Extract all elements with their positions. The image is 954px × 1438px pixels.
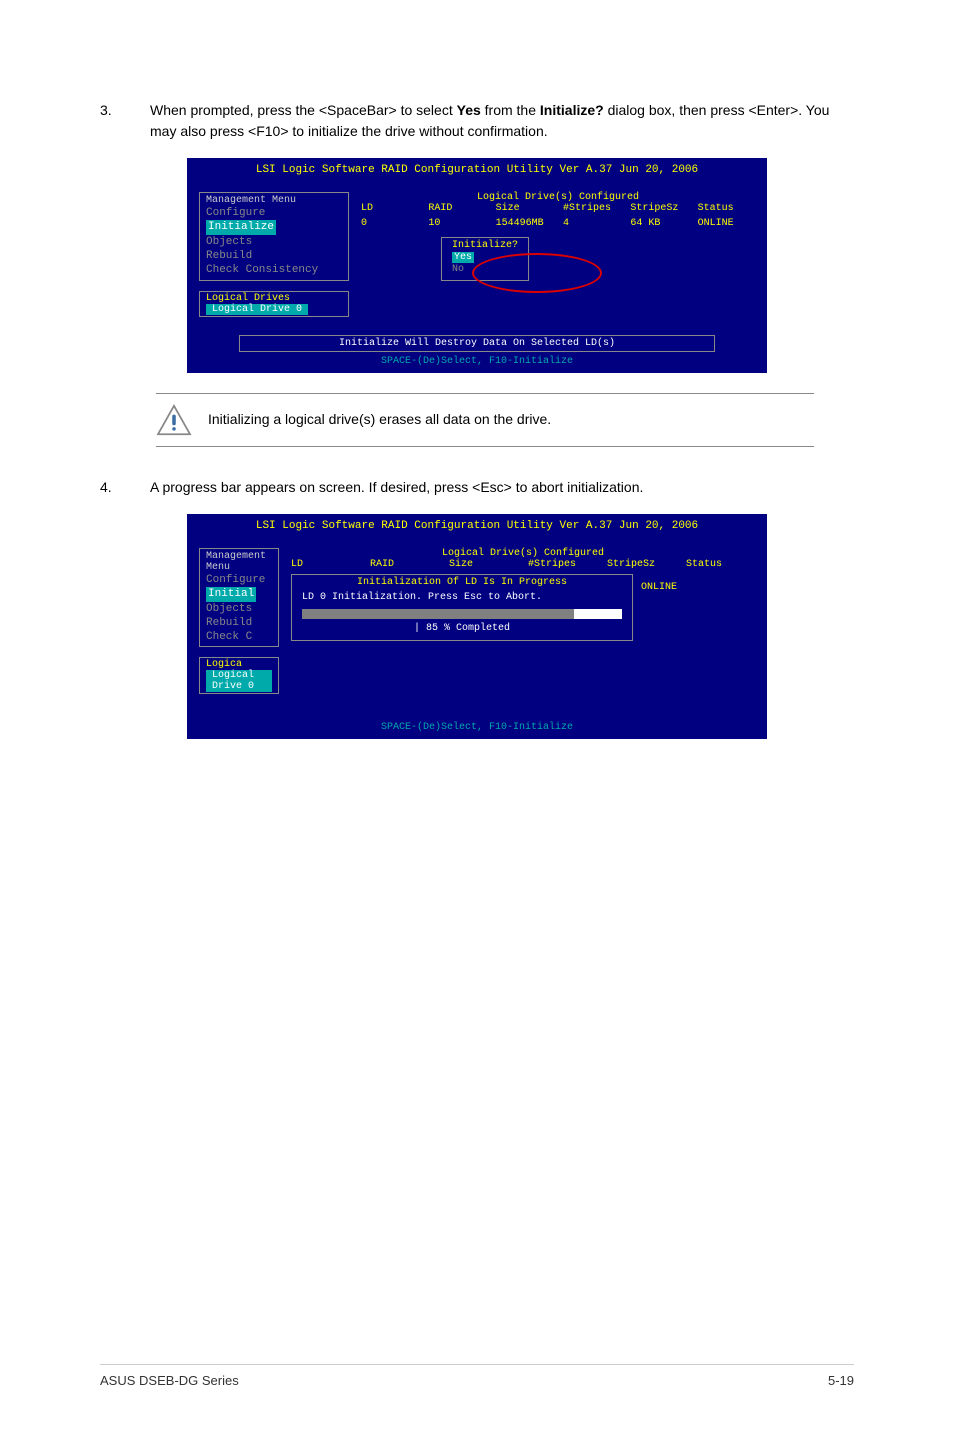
progress-bar [302,609,622,619]
progress-box: Initialization Of LD Is In Progress LD 0… [291,574,633,641]
dialog-option-no: No [452,264,518,276]
step-text: When prompted, press the <SpaceBar> to s… [150,100,854,142]
logical-drive-selected: Logical Drive 0 [206,670,272,692]
table-section-title: Logical Drive(s) Configured [291,548,755,559]
cell: 154496MB [496,218,553,229]
bios-title: LSI Logic Software RAID Configuration Ut… [191,518,763,534]
logical-label: Logica [206,659,242,670]
menu-item: Initial [206,587,256,601]
progress-area: Logical Drive(s) Configured LD RAID Size… [291,548,755,647]
col: #Stripes [563,203,620,214]
footer-left: ASUS DSEB-DG Series [100,1373,239,1388]
menu-title: Management Menu [206,551,272,573]
step-3: 3. When prompted, press the <SpaceBar> t… [100,100,854,142]
cell: ONLINE [698,218,755,229]
menu-item-configure: Configure [206,206,342,220]
menu-item: Objects [206,602,272,616]
menu-item-initialize: Initialize [206,220,276,234]
cell: 64 KB [630,218,687,229]
progress-pct: | 85 % Completed [302,623,622,634]
table-header: LD RAID Size #Stripes StripeSz Status [291,559,755,570]
footer-right: 5-19 [828,1373,854,1388]
b: Yes [457,102,481,118]
table-section-title: Logical Drive(s) Configured [361,192,755,203]
bios-footer: SPACE-(De)Select, F10-Initialize [199,356,755,369]
t: from the [481,102,540,118]
progress-msg: LD 0 Initialization. Press Esc to Abort. [302,592,622,603]
menu-title: Management Menu [206,195,342,206]
col: Size [496,203,553,214]
logical-drives-box: Logical Drives Logical Drive 0 [199,291,349,317]
step-text: A progress bar appears on screen. If des… [150,477,854,498]
step-4: 4. A progress bar appears on screen. If … [100,477,854,498]
step-number: 4. [100,477,150,498]
menu-item-objects: Objects [206,235,342,249]
col: LD [291,559,360,570]
dialog-option-yes: Yes [452,252,474,263]
warning-triangle-icon [156,404,192,436]
dialog-title: Initialize? [452,240,518,251]
logical-drive-selected: Logical Drive 0 [206,304,308,315]
col: StripeSz [607,559,676,570]
table-row: 0 10 154496MB 4 64 KB ONLINE [361,218,755,229]
bios-screenshot-initialize-dialog: LSI Logic Software RAID Configuration Ut… [187,158,767,373]
col: Size [449,559,518,570]
cell: 10 [428,218,485,229]
t: When prompted, press the <SpaceBar> to s… [150,102,457,118]
progress-title: Initialization Of LD Is In Progress [302,577,622,588]
menu-item: Rebuild [206,616,272,630]
menu-item-check: Check Consistency [206,263,342,277]
page-footer: ASUS DSEB-DG Series 5-19 [100,1364,854,1388]
col: RAID [370,559,439,570]
col: RAID [428,203,485,214]
menu-item-rebuild: Rebuild [206,249,342,263]
cell: 4 [563,218,620,229]
progress-fill [302,609,574,619]
bios-title: LSI Logic Software RAID Configuration Ut… [191,162,763,178]
logical-drives-table: Logical Drive(s) Configured LD RAID Size… [361,192,755,281]
status-value: ONLINE [641,582,677,593]
bios-footer: SPACE-(De)Select, F10-Initialize [199,722,755,735]
b: Initialize? [540,102,604,118]
management-menu: Management Menu Configure Initial Object… [199,548,279,647]
initialize-dialog: Initialize? Yes No [441,237,529,281]
note-text: Initializing a logical drive(s) erases a… [208,410,551,430]
col: #Stripes [528,559,597,570]
management-menu: Management Menu Configure Initialize Obj… [199,192,349,281]
warning-note: Initializing a logical drive(s) erases a… [156,393,814,447]
step-number: 3. [100,100,150,142]
col: StripeSz [630,203,687,214]
bios-screenshot-progress: LSI Logic Software RAID Configuration Ut… [187,514,767,739]
warning-bar: Initialize Will Destroy Data On Selected… [239,335,715,352]
cell: 0 [361,218,418,229]
col: Status [698,203,755,214]
col: LD [361,203,418,214]
menu-item: Configure [206,573,272,587]
logical-label: Logical Drives [206,293,290,304]
table-header: LD RAID Size #Stripes StripeSz Status [361,203,755,214]
logical-drives-box: Logica Logical Drive 0 [199,657,279,694]
menu-item: Check C [206,630,272,644]
col: Status [686,559,755,570]
